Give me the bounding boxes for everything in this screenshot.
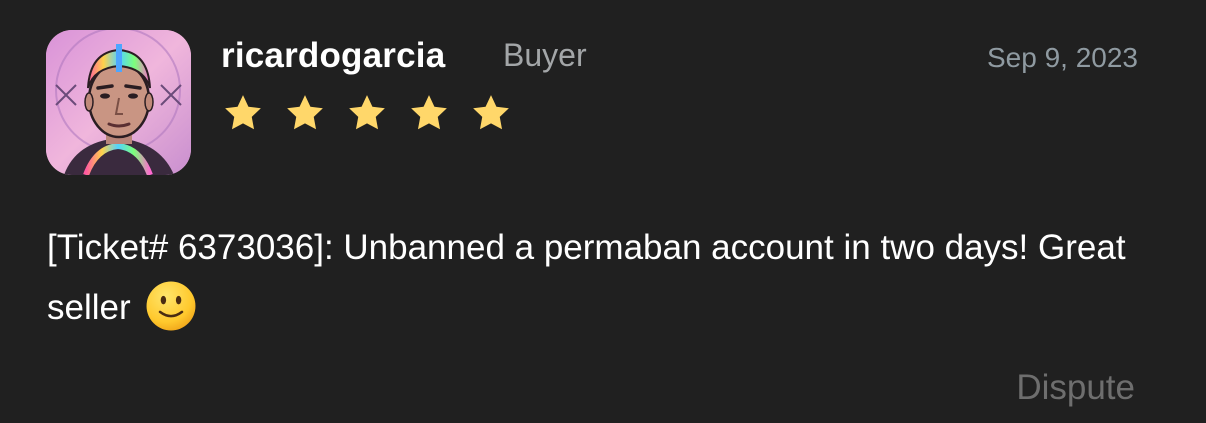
dispute-link[interactable]: Dispute bbox=[1016, 368, 1135, 408]
review-date: Sep 9, 2023 bbox=[986, 42, 1138, 73]
avatar[interactable] bbox=[46, 30, 191, 175]
username[interactable]: ricardogarcia bbox=[221, 36, 445, 76]
star-icon bbox=[287, 95, 323, 130]
user-portrait-icon bbox=[46, 30, 191, 175]
star-icon bbox=[349, 95, 385, 130]
user-role-label: Buyer bbox=[503, 37, 587, 73]
star-icon bbox=[411, 95, 447, 130]
review-text: [Ticket# 6373036]: Unbanned a permaban a… bbox=[47, 228, 1126, 327]
review-text-block: [Ticket# 6373036]: Unbanned a permaban a… bbox=[47, 218, 1157, 338]
star-rating bbox=[222, 92, 512, 134]
star-icon bbox=[473, 95, 509, 130]
slightly-smiling-face-icon bbox=[146, 281, 196, 331]
star-icon bbox=[225, 95, 261, 130]
